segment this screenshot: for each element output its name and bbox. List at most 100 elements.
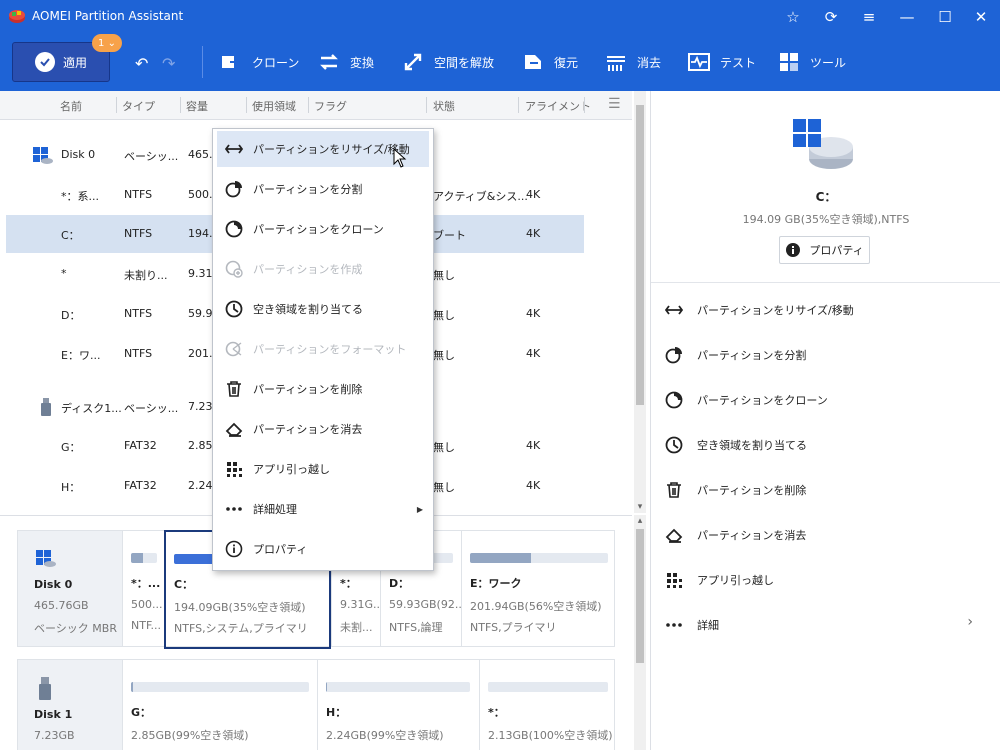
- usage-bar: [488, 682, 608, 692]
- favorite-star-icon[interactable]: ☆: [784, 8, 802, 26]
- selected-partition-info: 194.09 GB(35%空き領域),NTFS: [742, 213, 910, 226]
- action-split[interactable]: パーティションを分割: [665, 344, 806, 366]
- info-icon: [786, 243, 801, 257]
- menu-item-properties[interactable]: プロパティ: [217, 531, 429, 567]
- column-divider: [426, 97, 427, 113]
- disk-0-label[interactable]: Disk 0 465.76GB ベーシック MBR: [18, 531, 122, 646]
- disk-icon: [36, 550, 56, 567]
- chevron-right-icon: ›: [967, 614, 973, 630]
- action-erase[interactable]: パーティションを消去: [665, 524, 806, 546]
- tools-button[interactable]: ツール: [778, 50, 846, 74]
- column-header-capacity[interactable]: 容量: [186, 98, 208, 114]
- partition-block[interactable]: H： 2.24GB(99%空き領域): [317, 660, 479, 750]
- menu-item-allocate-space[interactable]: 空き領域を割り当てる: [217, 291, 429, 327]
- menu-item-create-disabled[interactable]: パーティションを作成: [217, 251, 429, 287]
- refresh-icon[interactable]: ⟳: [822, 8, 840, 26]
- menu-icon[interactable]: ≡: [860, 8, 878, 26]
- wipe-icon: [607, 56, 625, 71]
- selected-partition-name: C：: [815, 190, 837, 204]
- action-clone[interactable]: パーティションをクローン: [665, 389, 828, 411]
- convert-icon: [320, 54, 338, 70]
- scrollbar-thumb[interactable]: [636, 529, 644, 663]
- action-more[interactable]: 詳細 ›: [665, 614, 987, 636]
- maximize-icon[interactable]: ☐: [936, 8, 954, 26]
- checkmark-icon: [35, 52, 55, 72]
- partition-block[interactable]: *：... 500... NTF...: [122, 531, 164, 646]
- column-header-type[interactable]: タイプ: [122, 98, 155, 114]
- clone-icon: [222, 56, 241, 68]
- wipe-button[interactable]: 消去: [605, 50, 661, 74]
- usb-drive-icon: [39, 677, 51, 700]
- create-partition-icon: [225, 260, 243, 278]
- column-settings-icon[interactable]: ☰: [608, 96, 621, 112]
- erase-icon: [225, 422, 243, 437]
- column-divider: [180, 97, 181, 113]
- restore-icon: [525, 55, 541, 69]
- split-icon: [665, 347, 682, 364]
- menu-item-erase[interactable]: パーティションを消去: [217, 411, 429, 447]
- usage-bar-fill: [470, 553, 531, 563]
- action-app-mover[interactable]: アプリ引っ越し: [665, 569, 774, 591]
- column-header-flag[interactable]: フラグ: [314, 98, 347, 114]
- scroll-down-icon[interactable]: ▾: [634, 501, 646, 513]
- window-title: AOMEI Partition Assistant: [32, 9, 184, 23]
- column-divider: [308, 97, 309, 113]
- apply-label: 適用: [63, 55, 88, 70]
- column-divider: [518, 97, 519, 113]
- mouse-cursor-icon: [393, 148, 407, 168]
- disk-1-card[interactable]: Disk 1 7.23GB G： 2.85GB(99%空き領域) H： 2.24…: [17, 659, 615, 750]
- partition-block[interactable]: G： 2.85GB(99%空き領域): [122, 660, 317, 750]
- usage-bar: [131, 553, 157, 563]
- clone-button[interactable]: クローン: [220, 50, 299, 74]
- column-header-status[interactable]: 状態: [433, 98, 455, 114]
- usage-bar-fill: [131, 553, 143, 563]
- disk-icon: [33, 147, 53, 164]
- usage-bar-fill: [326, 682, 328, 692]
- partition-block[interactable]: *： 2.13GB(100%空き領域): [479, 660, 615, 750]
- partition-block[interactable]: E：ワーク 201.94GB(56%空き領域) NTFS,プライマリ: [461, 531, 615, 646]
- undo-icon[interactable]: ↶: [135, 54, 153, 73]
- column-header-name[interactable]: 名前: [60, 98, 82, 114]
- minimize-icon[interactable]: —: [898, 8, 916, 26]
- column-divider: [584, 97, 585, 113]
- redo-icon[interactable]: ↷: [162, 54, 180, 73]
- title-bar: AOMEI Partition Assistant ☆ ⟳ ≡ — ☐ ✕: [0, 0, 1000, 34]
- menu-item-app-mover[interactable]: アプリ引っ越し: [217, 451, 429, 487]
- menu-item-advanced[interactable]: 詳細処理 ▶: [217, 491, 429, 527]
- action-delete[interactable]: パーティションを削除: [665, 479, 806, 501]
- operations-pane: C： 194.09 GB(35%空き領域),NTFS プロパティ パーティション…: [650, 91, 1000, 750]
- app-logo-icon: [9, 10, 25, 23]
- free-space-button[interactable]: 空間を解放: [402, 50, 494, 74]
- app-mover-icon: [667, 573, 682, 588]
- scroll-up-icon[interactable]: ▴: [634, 515, 646, 527]
- convert-button[interactable]: 変換: [318, 50, 374, 74]
- test-button[interactable]: テスト: [688, 50, 756, 74]
- scrollbar-thumb[interactable]: [636, 105, 644, 405]
- column-divider: [246, 97, 247, 113]
- close-icon[interactable]: ✕: [972, 8, 990, 26]
- action-allocate-space[interactable]: 空き領域を割り当てる: [665, 434, 807, 456]
- properties-button[interactable]: プロパティ: [779, 236, 870, 264]
- app-mover-icon: [227, 462, 242, 477]
- allocate-space-icon: [225, 300, 243, 318]
- usage-bar: [131, 682, 309, 692]
- menu-item-format-disabled[interactable]: パーティションをフォーマット: [217, 331, 429, 367]
- toolbar-separator: [202, 46, 203, 78]
- pending-operations-badge[interactable]: 1 ⌄: [92, 34, 122, 52]
- delete-icon: [667, 482, 681, 498]
- menu-item-clone[interactable]: パーティションをクローン: [217, 211, 429, 247]
- usage-bar: [470, 553, 608, 563]
- list-scrollbar[interactable]: ▾: [634, 91, 646, 513]
- column-header-alignment[interactable]: アライメント: [525, 98, 591, 114]
- action-resize-move[interactable]: パーティションをリサイズ/移動: [665, 299, 854, 321]
- menu-item-split[interactable]: パーティションを分割: [217, 171, 429, 207]
- column-header-used[interactable]: 使用領域: [252, 98, 296, 114]
- map-scrollbar[interactable]: ▴: [634, 515, 646, 750]
- restore-button[interactable]: 復元: [522, 50, 578, 74]
- disk-1-label[interactable]: Disk 1 7.23GB: [18, 660, 122, 750]
- partition-drive-icon: [793, 119, 853, 169]
- menu-item-delete[interactable]: パーティションを削除: [217, 371, 429, 407]
- tools-icon: [780, 53, 798, 71]
- partition-list-header: 名前 タイプ 容量 使用領域 フラグ 状態 アライメント ☰: [0, 91, 632, 120]
- more-icon: [226, 507, 242, 511]
